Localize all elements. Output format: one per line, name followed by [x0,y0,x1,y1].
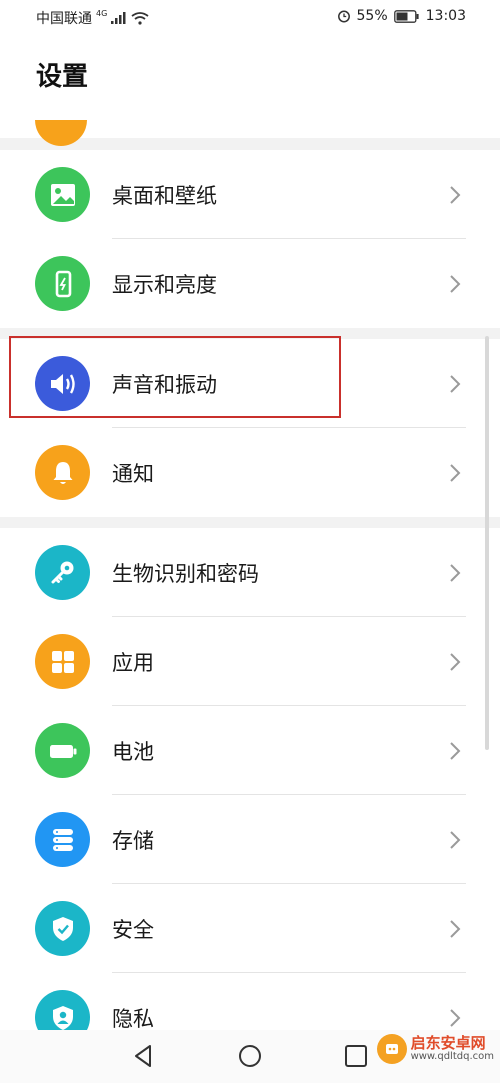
recents-icon[interactable] [342,1042,370,1070]
alarm-icon [337,10,350,23]
watermark: 启东安卓网 www.qdltdq.com [376,1033,494,1064]
settings-section-display: 桌面和壁纸 显示和亮度 [0,150,500,328]
settings-item-label: 电池 [112,740,154,764]
page-title: 设置 [36,62,89,92]
wifi-icon [131,11,149,25]
page-header: 设置 [0,34,500,146]
chevron-right-icon [450,464,461,482]
chevron-right-icon [450,1009,461,1027]
chevron-right-icon [450,375,461,393]
settings-item-label: 通知 [112,462,154,486]
settings-item-battery[interactable]: 电池 [0,706,500,795]
back-icon[interactable] [130,1042,158,1070]
apps-icon [35,634,90,689]
display-icon [35,256,90,311]
settings-section-sound: 声音和振动 通知 [0,339,500,517]
chevron-right-icon [450,920,461,938]
settings-item-label: 生物识别和密码 [112,562,259,586]
settings-item-storage[interactable]: 存储 [0,795,500,884]
scrollbar[interactable] [485,336,489,750]
chevron-right-icon [450,831,461,849]
settings-item-label: 声音和振动 [112,373,217,397]
wallpaper-icon [35,167,90,222]
chevron-right-icon [450,275,461,293]
status-bar: 中国联通 4G 55% 13:03 [0,0,500,34]
partially-hidden-item-icon [35,120,87,146]
status-right: 55% 13:03 [337,8,466,24]
shield-icon [35,901,90,956]
settings-item-label: 桌面和壁纸 [112,184,217,208]
key-icon [35,545,90,600]
settings-item-label: 应用 [112,651,154,675]
watermark-logo-icon [376,1034,407,1064]
clock: 13:03 [425,8,466,24]
settings-item-notifications[interactable]: 通知 [0,428,500,517]
watermark-title: 启东安卓网 [410,1033,486,1052]
settings-section-system: 生物识别和密码 应用 电池 存储 安全 隐私 [0,528,500,1062]
settings-item-label: 显示和亮度 [112,273,217,297]
settings-item-label: 隐私 [112,1007,154,1031]
settings-item-label: 安全 [112,918,154,942]
watermark-url: www.qdltdq.com [410,1050,494,1062]
home-icon[interactable] [236,1042,264,1070]
battery-icon [35,723,90,778]
status-left: 中国联通 4G [36,8,149,28]
battery-percent: 55% [356,8,388,24]
signal-icon [111,12,126,24]
carrier-name: 中国联通 [36,11,92,27]
network-type: 4G [96,8,108,18]
settings-item-apps[interactable]: 应用 [0,617,500,706]
settings-item-label: 存储 [112,829,154,853]
watermark-text: 启东安卓网 www.qdltdq.com [410,1033,494,1062]
chevron-right-icon [450,564,461,582]
sound-icon [35,356,90,411]
chevron-right-icon [450,742,461,760]
chevron-right-icon [450,186,461,204]
bell-icon [35,445,90,500]
chevron-right-icon [450,653,461,671]
settings-item-biometrics[interactable]: 生物识别和密码 [0,528,500,617]
settings-item-display[interactable]: 显示和亮度 [0,239,500,328]
settings-item-sound[interactable]: 声音和振动 [0,339,500,428]
settings-item-security[interactable]: 安全 [0,884,500,973]
settings-item-wallpaper[interactable]: 桌面和壁纸 [0,150,500,239]
battery-icon [393,9,419,23]
storage-icon [35,812,90,867]
